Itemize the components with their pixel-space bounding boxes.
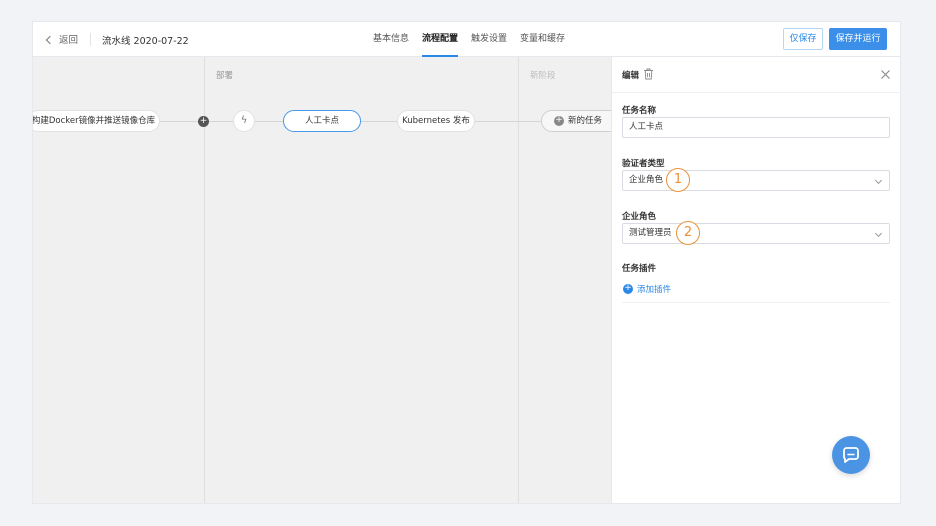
close-icon[interactable] bbox=[880, 69, 891, 80]
pipeline-title: 流水线 2020-07-22 bbox=[102, 36, 189, 47]
add-plugin-label: 添加插件 bbox=[637, 285, 672, 295]
chat-button[interactable] bbox=[832, 436, 870, 474]
tab-bar: 基本信息 流程配置 触发设置 变量和缓存 bbox=[373, 22, 578, 57]
enterprise-role-value: 测试管理员 bbox=[629, 228, 672, 238]
annotation-badge-1: 1 bbox=[666, 168, 690, 192]
verifier-type-select[interactable]: 企业角色 bbox=[622, 170, 890, 191]
verifier-type-value: 企业角色 bbox=[629, 175, 664, 185]
save-and-run-button[interactable]: 保存并运行 bbox=[829, 28, 887, 50]
save-only-button[interactable]: 仅保存 bbox=[783, 28, 823, 50]
task-name-input[interactable]: 人工卡点 bbox=[622, 117, 890, 138]
back-label: 返回 bbox=[59, 35, 79, 46]
enterprise-role-select[interactable]: 测试管理员 bbox=[622, 223, 890, 244]
task-plugins-label: 任务插件 bbox=[622, 264, 657, 274]
node-manual-checkpoint[interactable]: 人工卡点 bbox=[283, 110, 361, 132]
plus-circle-icon: + bbox=[554, 115, 564, 126]
chevron-left-icon bbox=[45, 35, 55, 44]
back-button[interactable]: 返回 bbox=[45, 32, 79, 46]
pipeline-canvas[interactable]: 部署 新阶段 构建Docker镜像并推送镜像仓库 + ϟ 人工卡点 Kubern… bbox=[33, 57, 611, 503]
trash-icon[interactable] bbox=[643, 68, 654, 80]
tab-variables-cache[interactable]: 变量和缓存 bbox=[520, 22, 565, 57]
top-bar: 返回 流水线 2020-07-22 基本信息 流程配置 触发设置 变量和缓存 仅… bbox=[33, 22, 900, 57]
stage-label-new[interactable]: 新阶段 bbox=[530, 69, 556, 81]
chevron-down-icon bbox=[874, 176, 883, 185]
new-task-button[interactable]: + 新的任务 bbox=[541, 110, 611, 132]
chevron-down-icon bbox=[874, 229, 883, 238]
panel-divider bbox=[622, 302, 890, 303]
panel-title: 编辑 bbox=[622, 71, 640, 81]
node-build-docker[interactable]: 构建Docker镜像并推送镜像仓库 bbox=[33, 110, 160, 132]
header-divider bbox=[90, 33, 91, 46]
chat-bubble-icon bbox=[843, 447, 859, 463]
new-task-label: 新的任务 bbox=[568, 116, 603, 126]
trigger-bolt-icon[interactable]: ϟ bbox=[233, 110, 255, 132]
verifier-type-label: 验证者类型 bbox=[622, 159, 665, 169]
app-window: 返回 流水线 2020-07-22 基本信息 流程配置 触发设置 变量和缓存 仅… bbox=[33, 22, 901, 503]
stage-label-deploy: 部署 bbox=[216, 71, 234, 81]
panel-header: 编辑 bbox=[612, 57, 901, 93]
tab-trigger-settings[interactable]: 触发设置 bbox=[471, 22, 507, 57]
plus-circle-icon: + bbox=[623, 283, 633, 294]
enterprise-role-label: 企业角色 bbox=[622, 212, 657, 222]
tab-basic-info[interactable]: 基本信息 bbox=[373, 22, 409, 57]
task-name-label: 任务名称 bbox=[622, 106, 657, 116]
annotation-badge-2: 2 bbox=[676, 221, 700, 245]
tab-flow-config[interactable]: 流程配置 bbox=[422, 22, 459, 57]
node-kubernetes-deploy[interactable]: Kubernetes 发布 bbox=[397, 110, 475, 132]
add-plugin-button[interactable]: + 添加插件 bbox=[623, 283, 671, 295]
stage-divider bbox=[518, 57, 519, 503]
add-node-icon[interactable]: + bbox=[198, 116, 209, 127]
